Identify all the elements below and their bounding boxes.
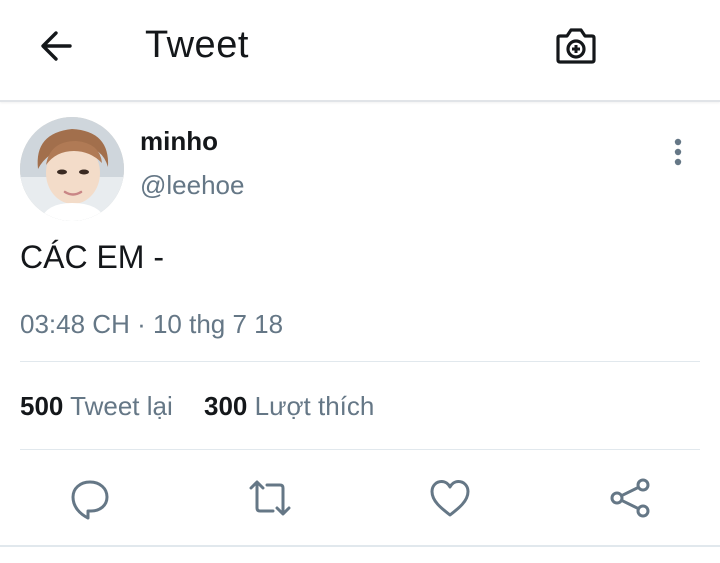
divider — [0, 545, 720, 547]
retweets-label: Tweet lại — [70, 391, 173, 421]
reply-button[interactable] — [66, 474, 114, 522]
camera-plus-icon — [556, 28, 596, 64]
more-options-button[interactable] — [664, 134, 692, 170]
retweet-button[interactable] — [246, 474, 294, 522]
divider — [20, 361, 700, 362]
tweet-actions — [0, 470, 720, 526]
like-button[interactable] — [426, 474, 474, 522]
avatar[interactable] — [20, 117, 124, 221]
likes-label: Lượt thích — [254, 391, 375, 421]
profile-photo — [20, 117, 124, 221]
divider — [20, 449, 700, 450]
likes-stat[interactable]: 300 Lượt thích — [204, 391, 374, 422]
user-handle[interactable]: @leehoe — [140, 170, 244, 201]
heart-icon — [430, 480, 470, 517]
back-button[interactable] — [36, 26, 76, 66]
retweets-stat[interactable]: 500 Tweet lại — [20, 391, 173, 422]
display-name[interactable]: minho — [140, 126, 218, 157]
arrow-left-icon — [41, 31, 72, 61]
reply-icon — [71, 480, 109, 520]
tweet-text: CÁC EM - — [20, 239, 164, 275]
likes-count: 300 — [204, 391, 248, 421]
page-title: Tweet — [145, 24, 249, 66]
app-bar: Tweet — [0, 0, 720, 102]
share-icon — [610, 478, 650, 518]
tweet-timestamp: 03:48 CH · 10 thg 7 18 — [20, 309, 284, 339]
more-vertical-icon — [674, 138, 682, 166]
camera-button[interactable] — [552, 22, 600, 70]
tweet-stats: 500 Tweet lại 300 Lượt thích — [20, 391, 374, 422]
retweets-count: 500 — [20, 391, 64, 421]
share-button[interactable] — [606, 474, 654, 522]
retweet-icon — [249, 480, 291, 516]
